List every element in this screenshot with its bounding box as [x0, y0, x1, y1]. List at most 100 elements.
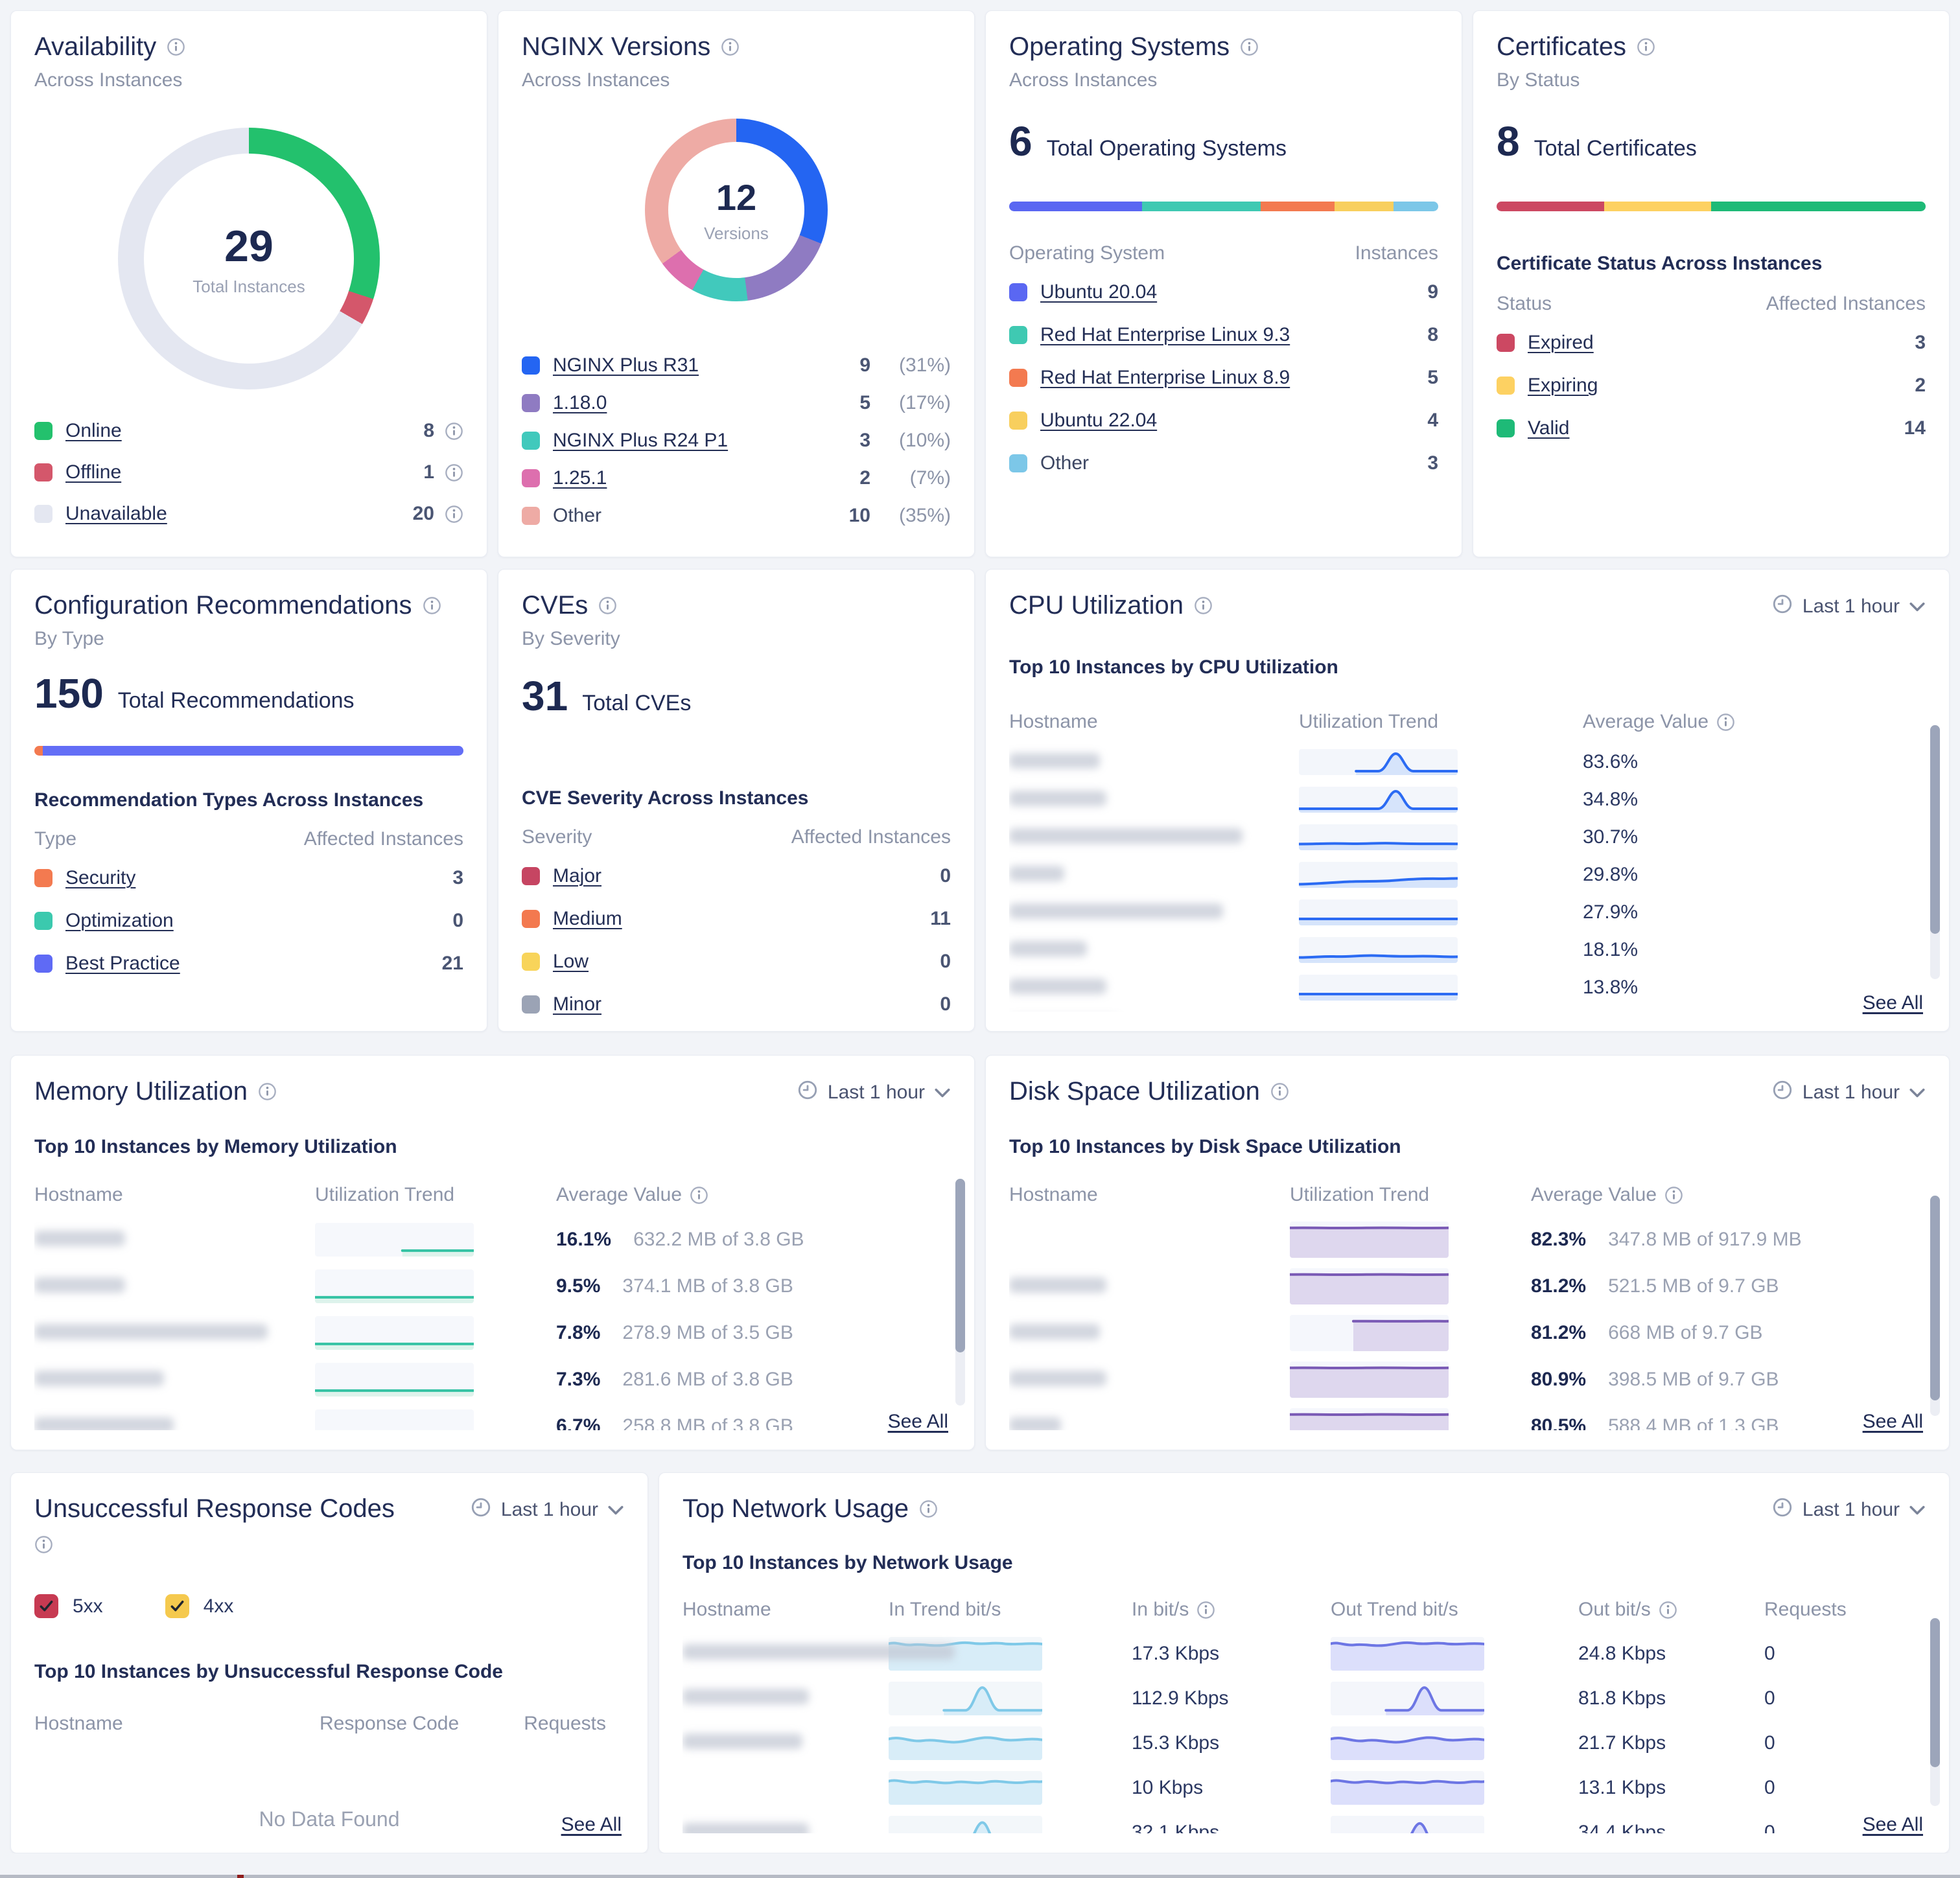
filter-checkbox-4xx[interactable]: 4xx — [165, 1594, 234, 1618]
hostname-blurred[interactable] — [1009, 828, 1242, 844]
hostname-blurred[interactable] — [1009, 903, 1223, 919]
filter-checkbox-5xx[interactable]: 5xx — [34, 1594, 103, 1618]
hostname-blurred[interactable] — [1009, 1417, 1061, 1431]
scrollbar-thumb[interactable] — [1930, 1618, 1940, 1767]
legend-value: 20 — [413, 503, 434, 525]
info-icon-glyph — [445, 505, 463, 524]
configuration-recommendations-card: Configuration Recommendations By Type 15… — [10, 569, 487, 1032]
hostname-blurred[interactable] — [1009, 1277, 1106, 1293]
hostname-blurred[interactable] — [34, 1417, 174, 1431]
info-icon-glyph — [167, 38, 185, 56]
hostname-blurred[interactable] — [34, 1277, 125, 1293]
info-icon[interactable] — [1664, 1186, 1683, 1205]
hostname-blurred[interactable] — [34, 1231, 125, 1246]
time-range-select[interactable]: Last 1 hour — [1771, 1492, 1926, 1524]
bar-segment — [43, 746, 463, 756]
legend-swatch — [1009, 369, 1027, 387]
time-range-select[interactable]: Last 1 hour — [797, 1075, 951, 1106]
hostname-blurred[interactable] — [1009, 753, 1100, 769]
info-icon[interactable] — [1270, 1082, 1289, 1101]
hostname-blurred[interactable] — [34, 1371, 164, 1386]
see-all-link[interactable]: See All — [888, 1411, 948, 1433]
see-all-link[interactable]: See All — [1863, 992, 1923, 1014]
legend-link[interactable]: Unavailable — [65, 503, 167, 525]
bar-segment — [34, 746, 43, 756]
see-all-link[interactable]: See All — [1863, 1411, 1923, 1433]
legend-link[interactable]: 1.25.1 — [553, 467, 607, 489]
row-link[interactable]: Low — [553, 951, 589, 973]
horizontal-scrollbar[interactable] — [0, 1875, 1960, 1878]
row-link[interactable]: Expiring — [1528, 375, 1598, 397]
info-icon[interactable] — [1637, 38, 1655, 56]
hostname-blurred[interactable] — [682, 1644, 955, 1660]
row-link[interactable]: Ubuntu 20.04 — [1040, 281, 1157, 303]
info-icon[interactable] — [721, 38, 740, 56]
legend-link[interactable]: NGINX Plus R31 — [553, 354, 699, 377]
info-icon[interactable] — [690, 1186, 708, 1205]
hostname-blurred[interactable] — [1009, 791, 1106, 806]
info-icon[interactable] — [34, 1535, 53, 1554]
legend-link[interactable]: 1.18.0 — [553, 392, 607, 414]
row-link[interactable]: Valid — [1528, 417, 1569, 439]
hostname-blurred[interactable] — [1009, 866, 1064, 881]
row-value: 3 — [1915, 332, 1926, 354]
checkbox[interactable] — [165, 1594, 189, 1618]
average-value: 16.1%632.2 MB of 3.8 GB — [556, 1229, 951, 1251]
scrollbar-thumb[interactable] — [955, 1179, 965, 1352]
row-link[interactable]: Major — [553, 865, 601, 887]
time-range-select[interactable]: Last 1 hour — [1771, 1075, 1926, 1106]
info-icon[interactable] — [445, 505, 463, 524]
legend-link[interactable]: Offline — [65, 461, 121, 483]
cves-card: CVEs By Severity 31 Total CVEs CVE Sever… — [498, 569, 975, 1032]
out-value: 13.1 Kbps — [1578, 1777, 1764, 1799]
info-icon[interactable] — [445, 463, 463, 482]
hostname-blurred[interactable] — [1009, 1371, 1106, 1386]
row-link[interactable]: Optimization — [65, 910, 174, 932]
checkbox[interactable] — [34, 1594, 58, 1618]
row-link[interactable]: Red Hat Enterprise Linux 8.9 — [1040, 367, 1290, 389]
cpu-table: 83.6%34.8%30.7%29.8%27.9%18.1%13.8% — [1009, 743, 1926, 1012]
row-link[interactable]: Ubuntu 22.04 — [1040, 410, 1157, 432]
info-icon[interactable] — [1240, 38, 1259, 56]
column-header: Requests — [1764, 1599, 1926, 1621]
info-icon[interactable] — [258, 1082, 277, 1101]
info-icon[interactable] — [1659, 1601, 1677, 1619]
hostname-blurred[interactable] — [1009, 941, 1087, 956]
time-range-select[interactable]: Last 1 hour — [1771, 589, 1926, 620]
legend-link[interactable]: NGINX Plus R24 P1 — [553, 430, 728, 452]
info-icon[interactable] — [423, 596, 441, 615]
see-all-link[interactable]: See All — [561, 1814, 622, 1836]
donut-total: 29 — [224, 221, 274, 272]
info-icon[interactable] — [1716, 713, 1735, 732]
scrollbar-thumb[interactable] — [1930, 725, 1940, 934]
legend-link[interactable]: Online — [65, 420, 122, 442]
info-icon[interactable] — [1194, 596, 1213, 615]
average-value: 27.9% — [1583, 901, 1926, 923]
info-icon[interactable] — [1196, 1601, 1215, 1619]
row-link[interactable]: Expired — [1528, 332, 1594, 354]
clock-icon-glyph — [1771, 1079, 1793, 1101]
row-link[interactable]: Security — [65, 867, 135, 889]
row-link[interactable]: Minor — [553, 993, 601, 1015]
hostname-blurred[interactable] — [682, 1689, 809, 1704]
scrollbar-thumb[interactable] — [1930, 1196, 1940, 1400]
hostname-blurred[interactable] — [1009, 979, 1106, 994]
legend-swatch — [34, 463, 52, 481]
info-icon[interactable] — [445, 422, 463, 441]
average-value: 29.8% — [1583, 864, 1926, 886]
hostname-blurred[interactable] — [682, 1733, 802, 1749]
row-link[interactable]: Red Hat Enterprise Linux 9.3 — [1040, 324, 1290, 346]
row-link[interactable]: Best Practice — [65, 953, 180, 975]
see-all-link[interactable]: See All — [1863, 1814, 1923, 1836]
hostname-blurred[interactable] — [1009, 1324, 1100, 1339]
info-icon[interactable] — [919, 1500, 938, 1518]
hostname-blurred[interactable] — [34, 1324, 268, 1339]
legend-swatch — [1497, 419, 1515, 437]
info-icon[interactable] — [167, 38, 185, 56]
time-range-select[interactable]: Last 1 hour — [470, 1492, 624, 1524]
row-link[interactable]: Medium — [553, 908, 622, 930]
hostname-blurred[interactable] — [682, 1823, 809, 1833]
chevron-glyph — [607, 1505, 624, 1516]
info-icon[interactable] — [598, 596, 617, 615]
row-value: 0 — [452, 910, 463, 932]
